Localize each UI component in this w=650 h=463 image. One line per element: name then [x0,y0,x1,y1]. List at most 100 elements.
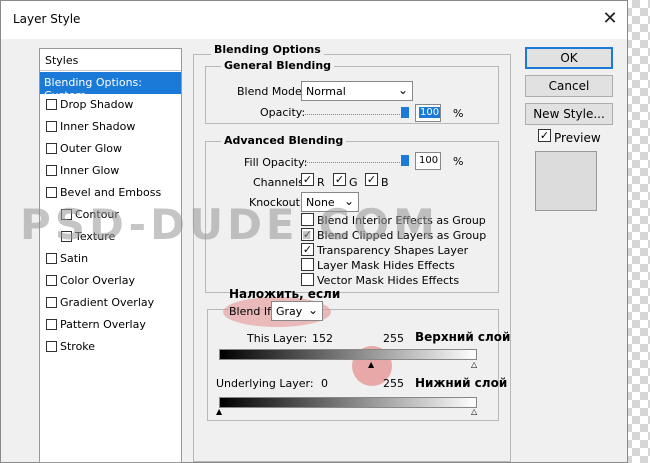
style-item-label: Stroke [60,340,96,353]
annotation-blend-if: Наложить, если [229,287,341,301]
new-style-button[interactable]: New Style... [525,103,613,125]
vector-mask-hides-checkbox[interactable] [301,273,314,286]
advanced-blending-title: Advanced Blending [221,134,347,147]
close-icon[interactable]: ✕ [599,7,621,31]
preview-label: Preview [554,131,601,145]
underlying-layer-label: Underlying Layer: [216,377,314,390]
style-item-label: Gradient Overlay [60,296,155,309]
opacity-value: 100 [419,107,441,118]
style-item-label: Pattern Overlay [60,318,146,331]
underlying-white-thumb[interactable]: △ [471,408,477,416]
style-item-label: Satin [60,252,89,265]
styles-header: Styles [40,49,181,71]
channel-b-label: B [381,176,389,189]
blend-mode-select[interactable]: Normal ⌄ [301,81,413,101]
opacity-slider[interactable] [305,114,408,115]
style-item-color-overlay[interactable]: Color Overlay [40,270,181,292]
knockout-value: None [306,196,335,209]
general-blending-title: General Blending [221,59,335,72]
checkbox[interactable] [46,99,57,110]
checkbox[interactable] [46,341,57,352]
checkbox[interactable] [46,143,57,154]
layer-style-dialog: Layer Style ✕ Styles Blending Options: C… [0,0,628,463]
underlying-gradient [219,397,477,408]
fill-opacity-percent: % [453,155,464,168]
style-item-texture[interactable]: Texture [40,226,181,248]
transparency-shapes-label: Transparency Shapes Layer [317,244,469,257]
knockout-label: Knockout: [249,196,304,209]
blend-if-label: Blend If: [229,305,275,318]
checkbox[interactable] [61,209,72,220]
opacity-slider-thumb[interactable] [401,107,409,118]
chevron-down-icon: ⌄ [307,303,318,317]
style-item-bevel-emboss[interactable]: Bevel and Emboss [40,182,181,204]
checkbox[interactable] [46,275,57,286]
underlying-low-value: 0 [321,377,328,390]
knockout-select[interactable]: None ⌄ [301,192,359,212]
fill-opacity-slider[interactable] [305,162,408,163]
fill-opacity-slider-thumb[interactable] [401,155,409,166]
blend-interior-effects-checkbox[interactable] [301,213,314,226]
underlying-black-thumb[interactable]: ▲ [216,408,222,416]
checkbox[interactable] [46,165,57,176]
ok-button[interactable]: OK [525,47,613,69]
checkbox[interactable] [46,121,57,132]
this-layer-black-thumb[interactable]: ▲ [368,361,374,369]
blend-mode-label: Blend Mode: [237,85,306,98]
channel-g-label: G [349,176,358,189]
this-layer-low-value: 152 [312,332,333,345]
style-item-satin[interactable]: Satin [40,248,181,270]
style-item-gradient-overlay[interactable]: Gradient Overlay [40,292,181,314]
blending-options-title: Blending Options [211,43,324,56]
style-item-drop-shadow[interactable]: Drop Shadow [40,94,181,116]
blend-if-select[interactable]: Gray ⌄ [271,301,323,321]
checkbox[interactable] [46,187,57,198]
this-layer-gradient [219,349,477,360]
opacity-label: Opacity: [260,106,306,119]
cancel-button[interactable]: Cancel [525,75,613,97]
layer-mask-hides-checkbox[interactable] [301,258,314,271]
style-item-contour[interactable]: Contour [40,204,181,226]
blend-mode-value: Normal [306,85,346,98]
channel-r-label: R [317,176,325,189]
style-item-label: Inner Glow [60,164,120,177]
style-item-inner-shadow[interactable]: Inner Shadow [40,116,181,138]
checkbox[interactable] [46,319,57,330]
styles-list: Styles Blending Options: Custom Drop Sha… [39,48,182,463]
fill-opacity-label: Fill Opacity: [244,156,308,169]
channel-r-checkbox[interactable]: ✓ [301,173,314,186]
checkbox[interactable] [46,253,57,264]
channel-b-checkbox[interactable]: ✓ [365,173,378,186]
channel-g-checkbox[interactable]: ✓ [333,173,346,186]
chevron-down-icon: ⌄ [397,83,408,97]
checkmark-icon: ✓ [302,228,313,241]
blend-clipped-layers-checkbox[interactable]: ✓ [301,228,314,241]
checkmark-icon: ✓ [366,173,377,186]
fill-opacity-input[interactable]: 100 [415,152,441,170]
transparency-shapes-checkbox[interactable]: ✓ [301,243,314,256]
style-item-blending-options[interactable]: Blending Options: Custom [40,72,181,102]
style-item-label: Inner Shadow [60,120,136,133]
style-item-label: Color Overlay [60,274,135,287]
checkmark-icon: ✓ [302,173,313,186]
blend-if-value: Gray [276,305,303,318]
blend-interior-effects-label: Blend Interior Effects as Group [317,214,486,227]
opacity-percent: % [453,107,464,120]
style-item-outer-glow[interactable]: Outer Glow [40,138,181,160]
preview-checkbox[interactable]: ✓ [538,129,551,142]
style-item-stroke[interactable]: Stroke [40,336,181,358]
style-item-label: Bevel and Emboss [60,186,162,199]
style-item-pattern-overlay[interactable]: Pattern Overlay [40,314,181,336]
preview-thumbnail [535,151,597,211]
opacity-input[interactable]: 100 [415,104,441,122]
style-item-label: Texture [75,230,116,243]
this-layer-high-value: 255 [383,332,404,345]
style-item-inner-glow[interactable]: Inner Glow [40,160,181,182]
layer-mask-hides-label: Layer Mask Hides Effects [317,259,455,272]
checkmark-icon: ✓ [539,129,550,142]
checkbox[interactable] [61,231,72,242]
this-layer-white-thumb[interactable]: △ [471,361,477,369]
checkbox[interactable] [46,297,57,308]
style-item-label: Drop Shadow [60,98,134,111]
window-title: Layer Style [13,12,81,26]
